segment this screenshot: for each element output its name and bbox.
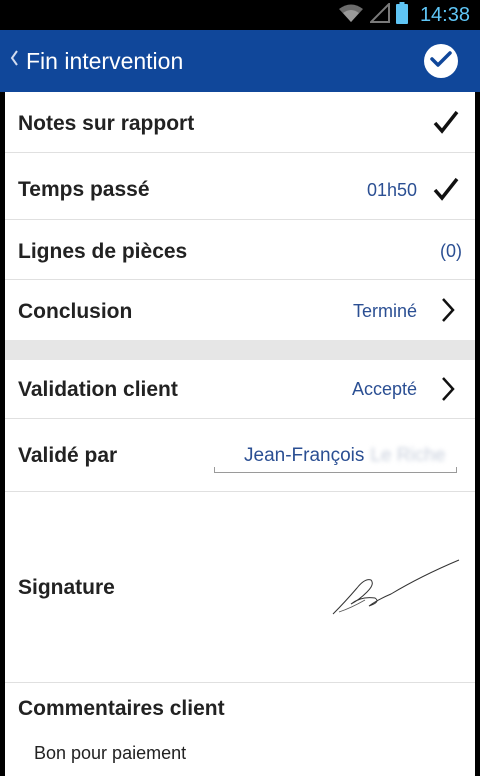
row-label: Temps passé: [18, 178, 150, 201]
status-bar: 14:38: [0, 0, 480, 30]
checkmark-icon: [433, 177, 459, 206]
row-signature[interactable]: Signature: [5, 492, 475, 683]
row-label: Conclusion: [18, 300, 133, 323]
battery-icon: [395, 1, 408, 29]
chevron-left-icon[interactable]: [10, 50, 18, 71]
row-label: Validation client: [18, 378, 178, 401]
row-label: Signature: [18, 576, 115, 599]
confirm-button[interactable]: [424, 44, 458, 78]
chevron-right-icon: [441, 297, 455, 328]
valide-par-blurred-value: Le Riche: [370, 445, 446, 466]
page-title[interactable]: Fin intervention: [26, 48, 183, 75]
action-bar: Fin intervention: [0, 30, 480, 92]
row-lignes-pieces[interactable]: Lignes de pièces (0): [5, 220, 475, 280]
check-circle-icon: [430, 50, 452, 73]
valide-par-value: Jean-François: [244, 445, 365, 466]
status-time: 14:38: [419, 3, 470, 26]
row-temps-passe[interactable]: Temps passé 01h50: [5, 153, 475, 220]
form-content: Notes sur rapport Temps passé 01h50 Lign…: [5, 92, 475, 776]
signature-drawing: [331, 558, 461, 623]
row-conclusion[interactable]: Conclusion Terminé: [5, 280, 475, 340]
row-label: Lignes de pièces: [18, 240, 188, 263]
checkmark-icon: [433, 110, 459, 139]
row-value: 01h50: [366, 180, 417, 200]
row-value: Accepté: [351, 379, 417, 399]
wifi-icon: [338, 3, 364, 28]
valide-par-input[interactable]: Jean-François Le Riche: [244, 445, 445, 467]
row-notes-rapport[interactable]: Notes sur rapport: [5, 92, 475, 153]
row-validation-client[interactable]: Validation client Accepté: [5, 360, 475, 419]
section-separator: [5, 340, 475, 360]
row-value: (0): [440, 241, 462, 261]
signal-icon: [368, 1, 390, 28]
commentaires-value[interactable]: Bon pour paiement: [34, 743, 186, 764]
row-label: Notes sur rapport: [18, 112, 195, 135]
row-label: Validé par: [18, 444, 118, 467]
chevron-right-icon: [441, 376, 455, 407]
row-value: Terminé: [352, 301, 417, 321]
status-icons: 14:38: [338, 0, 470, 30]
input-underline: [214, 467, 457, 473]
row-label: Commentaires client: [18, 697, 225, 720]
